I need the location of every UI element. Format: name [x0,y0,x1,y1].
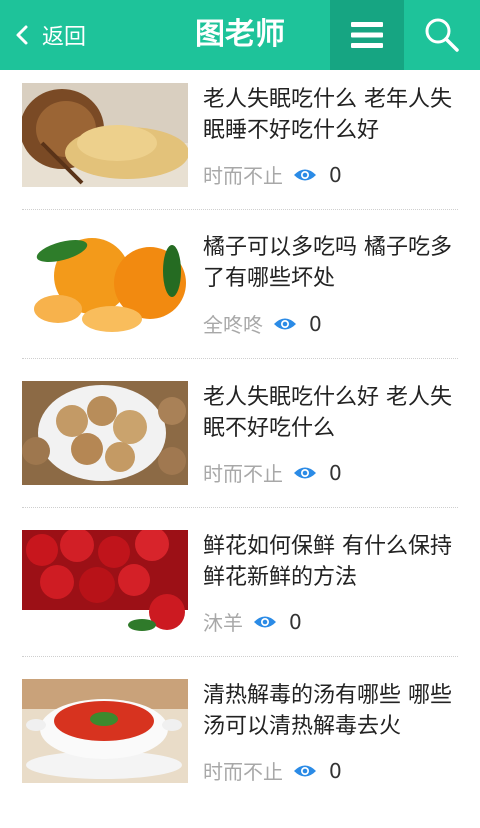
walnuts-image [22,381,188,485]
divider [22,507,458,508]
article-thumbnail [22,381,188,485]
article-meta: 沐羊 0 [203,607,302,636]
divider [22,209,458,210]
tomato-soup-image [22,679,188,783]
article-author: 全咚咚 [203,313,263,337]
article-meta: 时而不止 0 [203,160,342,189]
view-count: 0 [309,311,322,336]
grain-in-pot-image [22,83,188,187]
red-roses-image [22,530,188,634]
eye-icon [274,318,296,329]
article-thumbnail [22,679,188,783]
menu-button[interactable] [330,0,404,70]
article-title[interactable]: 鲜花如何保鲜 有什么保持鲜花新鲜的方法 [203,531,458,593]
article-thumbnail [22,530,188,634]
eye-icon [294,169,316,180]
view-count: 0 [329,460,342,485]
view-count: 0 [329,162,342,187]
article-author: 时而不止 [203,164,283,188]
article-meta: 时而不止 0 [203,458,342,487]
view-count: 0 [329,758,342,783]
article-meta: 时而不止 0 [203,756,342,785]
back-label: 返回 [42,25,87,50]
article-title[interactable]: 老人失眠吃什么好 老人失眠不好吃什么 [203,382,458,444]
search-button[interactable] [404,0,480,70]
eye-icon [254,616,276,627]
article-author: 时而不止 [203,462,283,486]
article-title[interactable]: 清热解毒的汤有哪些 哪些汤可以清热解毒去火 [203,680,458,742]
oranges-image [22,231,188,335]
eye-icon [294,467,316,478]
hamburger-menu-icon [351,22,383,48]
article-author: 沐羊 [203,611,243,635]
view-count: 0 [289,609,302,634]
divider [22,358,458,359]
article-author: 时而不止 [203,760,283,784]
top-bar: 返回 图老师 [0,0,480,70]
article-meta: 全咚咚 0 [203,309,322,338]
article-thumbnail [22,231,188,335]
article-title[interactable]: 橘子可以多吃吗 橘子吃多了有哪些坏处 [203,232,458,294]
article-title[interactable]: 老人失眠吃什么 老年人失眠睡不好吃什么好 [203,84,458,146]
eye-icon [294,765,316,776]
back-button[interactable]: 返回 [12,0,86,70]
list-item[interactable]: 清热解毒的汤有哪些 哪些汤可以清热解毒去火 时而不止 0 [22,678,458,828]
article-thumbnail [22,83,188,187]
chevron-left-icon [16,25,28,45]
search-icon [425,18,459,52]
divider [22,656,458,657]
